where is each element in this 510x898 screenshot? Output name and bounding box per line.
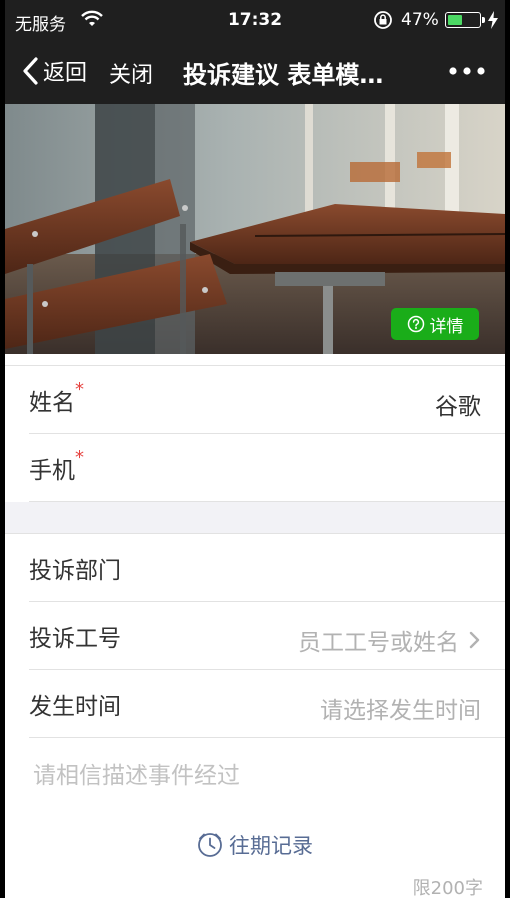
name-field[interactable]: 姓名* 谷歌 (29, 366, 505, 434)
required-mark: * (75, 446, 84, 468)
back-label: 返回 (43, 61, 88, 86)
history-label: 往期记录 (229, 834, 313, 858)
staff-id-input[interactable]: 员工工号或姓名 (298, 623, 481, 657)
section-gap (5, 502, 505, 534)
required-mark: * (75, 378, 84, 400)
description-placeholder: 请相信描述事件经过 (33, 763, 240, 789)
battery-fill (448, 15, 462, 25)
banner-image: 详情 (5, 104, 505, 354)
staff-id-label: 投诉工号 (29, 625, 121, 652)
complaint-form: 姓名* 谷歌 手机* 投诉部门 投诉工号 员工工号或姓名 发生时间 请选择发生时… (5, 354, 505, 898)
history-link[interactable]: 往期记录 (29, 830, 481, 860)
page-title: 投诉建议 表单模… (183, 61, 384, 89)
question-circle-icon (407, 315, 424, 333)
time-label: 发生时间 (29, 693, 121, 720)
department-field[interactable]: 投诉部门 (29, 534, 505, 602)
detail-button[interactable]: 详情 (391, 308, 479, 340)
staff-id-field[interactable]: 投诉工号 员工工号或姓名 (29, 602, 505, 670)
battery-icon (445, 12, 481, 28)
char-limit: 限200字 (412, 878, 483, 898)
back-button[interactable]: 返回 (21, 55, 87, 87)
battery-nub (482, 17, 485, 23)
detail-label: 详情 (429, 316, 464, 337)
time-picker[interactable]: 请选择发生时间 (320, 691, 481, 725)
name-label: 姓名* (29, 378, 84, 416)
staff-id-placeholder: 员工工号或姓名 (298, 630, 459, 656)
name-value[interactable]: 谷歌 (435, 387, 481, 421)
chevron-left-icon (23, 57, 38, 85)
chevron-right-icon (469, 631, 480, 649)
nav-bar: 返回 关闭 投诉建议 表单模… (5, 40, 505, 104)
clock-icon (198, 833, 222, 857)
more-dots-icon[interactable] (449, 66, 485, 76)
form-top-spacer (5, 354, 505, 366)
close-button[interactable]: 关闭 (109, 57, 153, 89)
phone-field[interactable]: 手机* (29, 434, 505, 502)
description-textarea[interactable]: 请相信描述事件经过 往期记录 限200字 (29, 738, 483, 898)
time-field[interactable]: 发生时间 请选择发生时间 (29, 670, 505, 738)
phone-label: 手机* (29, 446, 84, 484)
orientation-lock-icon (374, 11, 392, 29)
battery-percent: 47% (401, 10, 439, 30)
time-placeholder: 请选择发生时间 (320, 698, 481, 724)
status-bar: 无服务 17:32 47% (5, 0, 505, 40)
department-label: 投诉部门 (29, 557, 121, 584)
charging-bolt-icon (488, 11, 498, 29)
phone-screen: 无服务 17:32 47% 返回 关闭 投诉建议 表单模… 详情 姓名* 谷歌 … (5, 0, 505, 898)
